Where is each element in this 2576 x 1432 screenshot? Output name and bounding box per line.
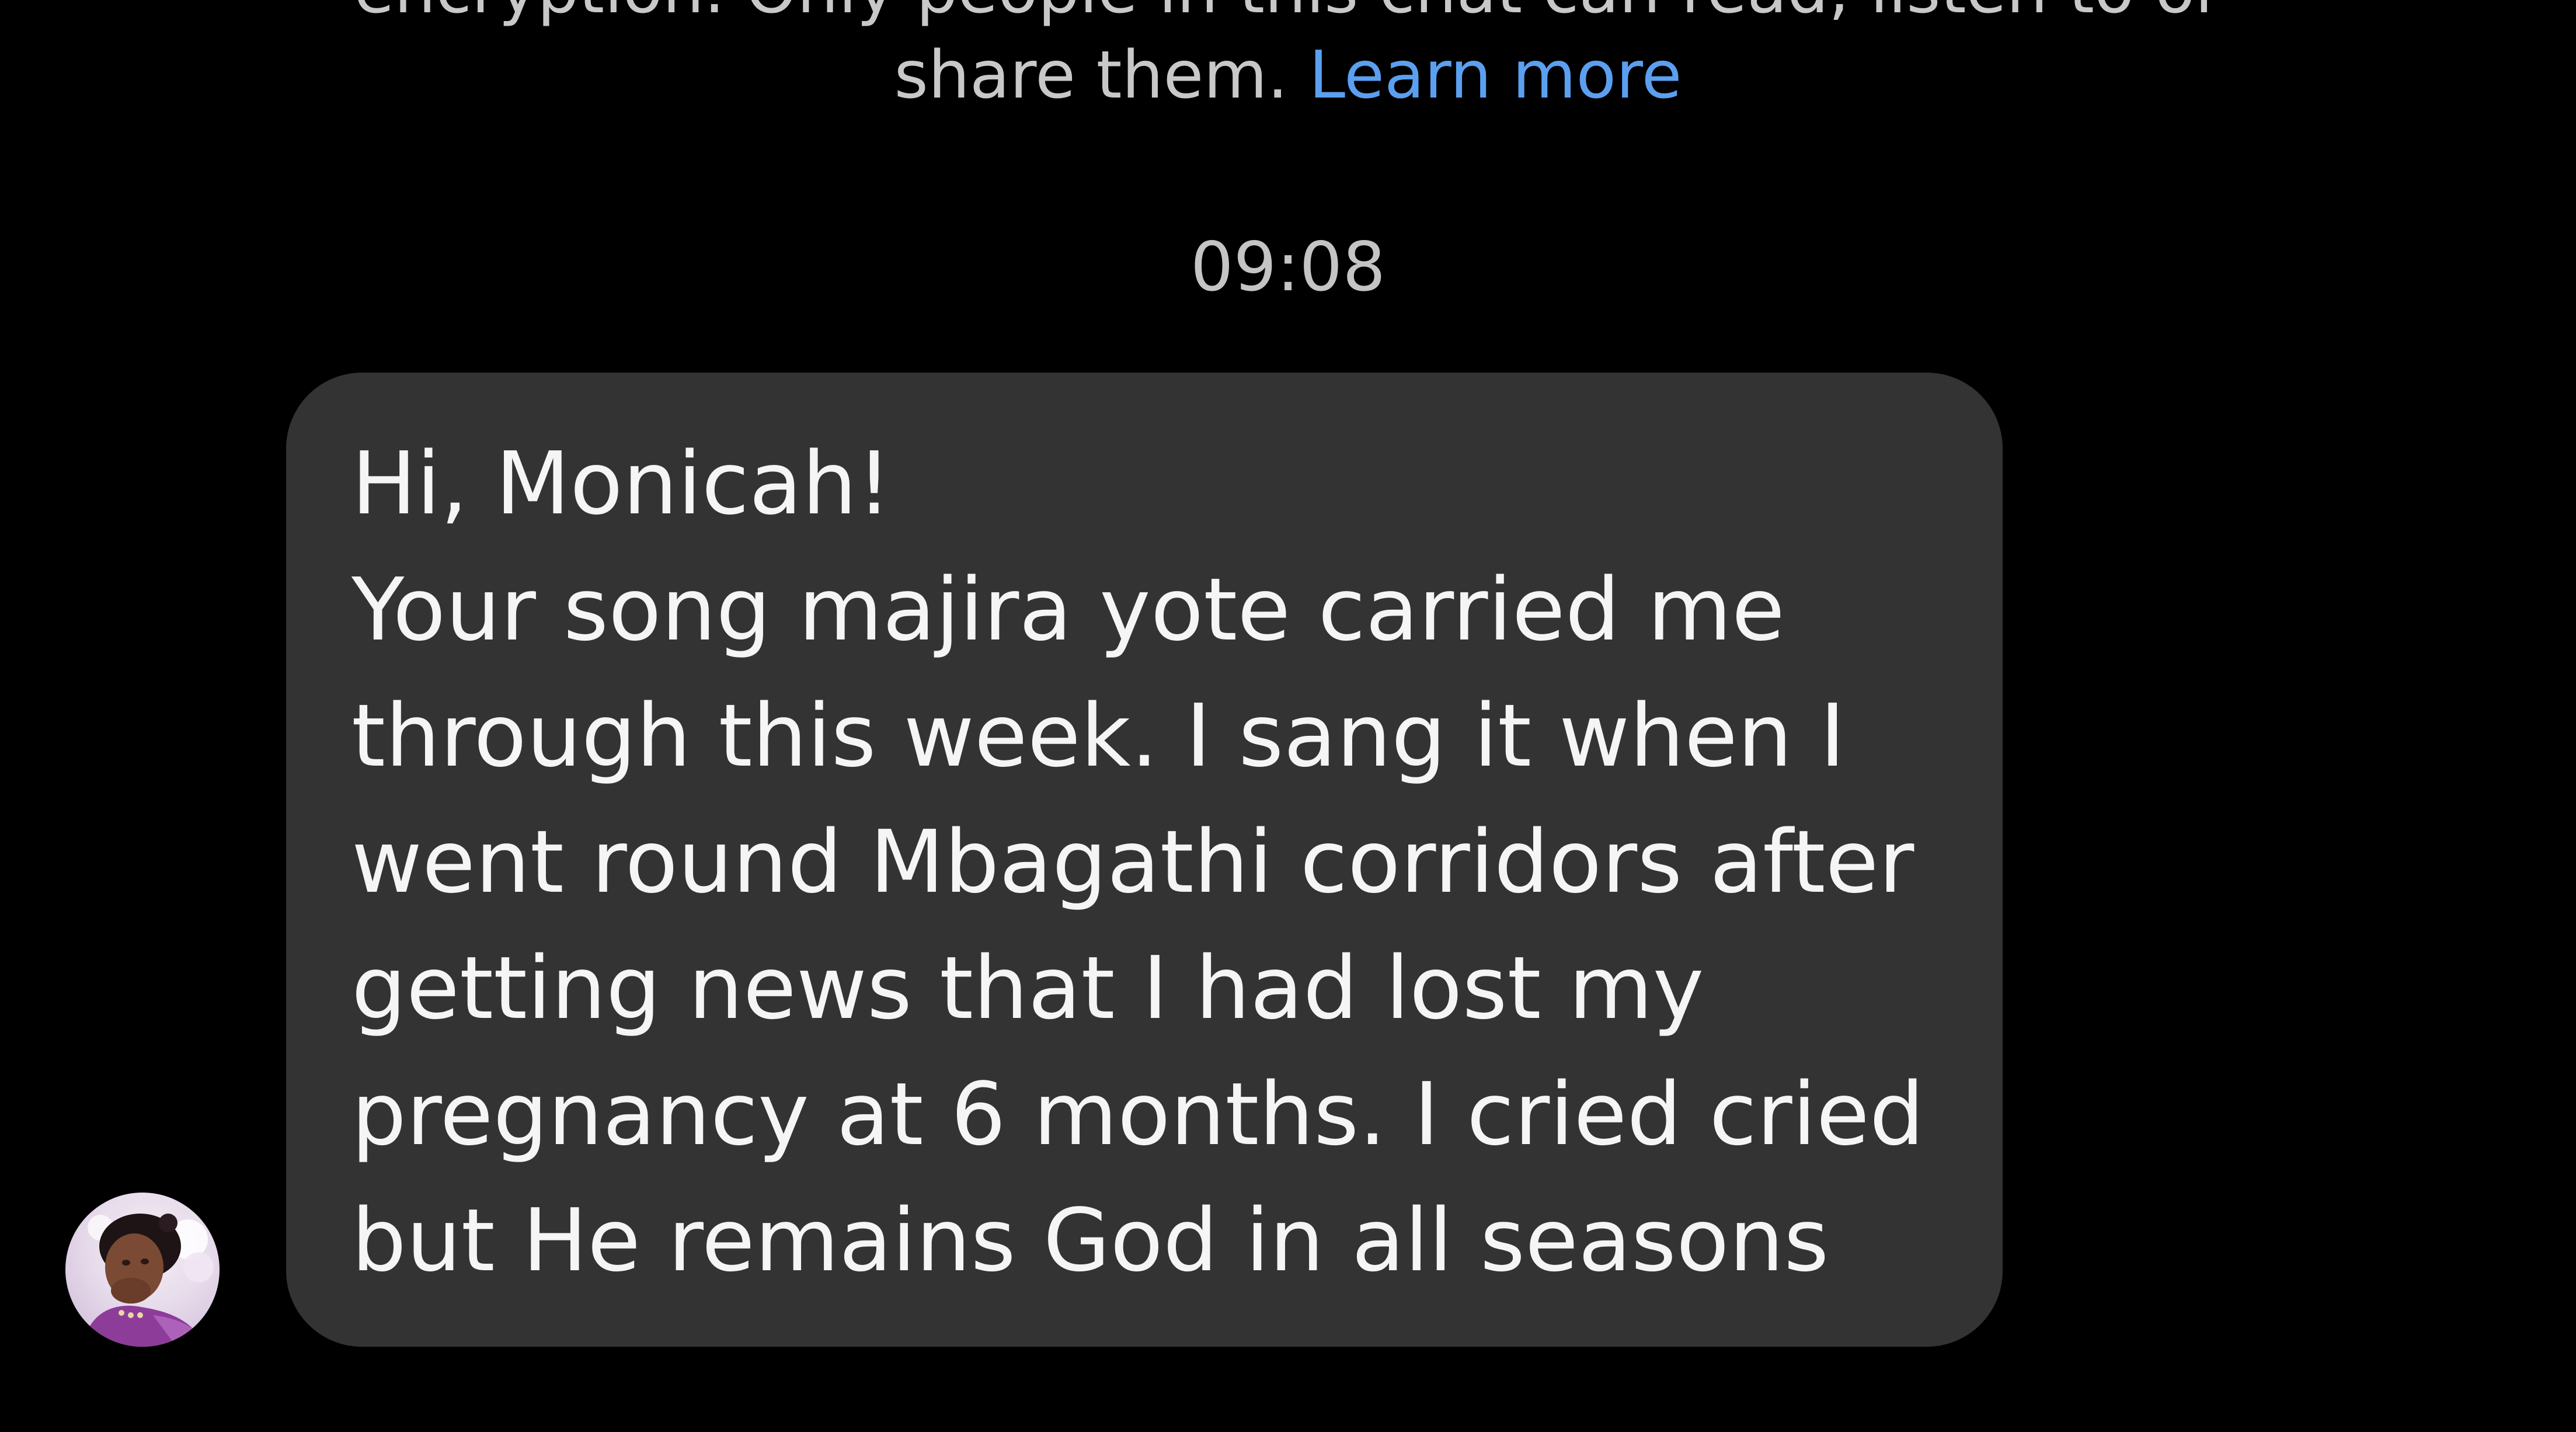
message-line: but He remains God in all seasons bbox=[351, 1190, 1829, 1291]
message-line: pregnancy at 6 months. I cried cried bbox=[351, 1064, 1924, 1165]
message-line: Your song majira yote carried me bbox=[351, 559, 1785, 660]
message-bubble[interactable]: Hi, Monicah! Your song majira yote carri… bbox=[286, 373, 2003, 1347]
encryption-notice-line-1: encryption. Only people in this chat can… bbox=[0, 0, 2576, 33]
message-line: through this week. I sang it when I bbox=[351, 686, 1846, 786]
encryption-notice-text: share them. bbox=[894, 37, 1289, 113]
encryption-notice-line-2: share them. Learn more bbox=[0, 33, 2576, 118]
message-line: getting news that I had lost my bbox=[351, 938, 1704, 1038]
avatar-photo-icon bbox=[83, 1214, 214, 1347]
message-line: went round Mbagathi corridors after bbox=[351, 812, 1914, 912]
encryption-notice: encryption. Only people in this chat can… bbox=[0, 0, 2576, 118]
learn-more-link[interactable]: Learn more bbox=[1309, 37, 1682, 113]
sender-avatar[interactable] bbox=[65, 1193, 220, 1347]
message-line: Hi, Monicah! bbox=[351, 433, 892, 534]
message-timestamp: 09:08 bbox=[1190, 228, 1386, 307]
